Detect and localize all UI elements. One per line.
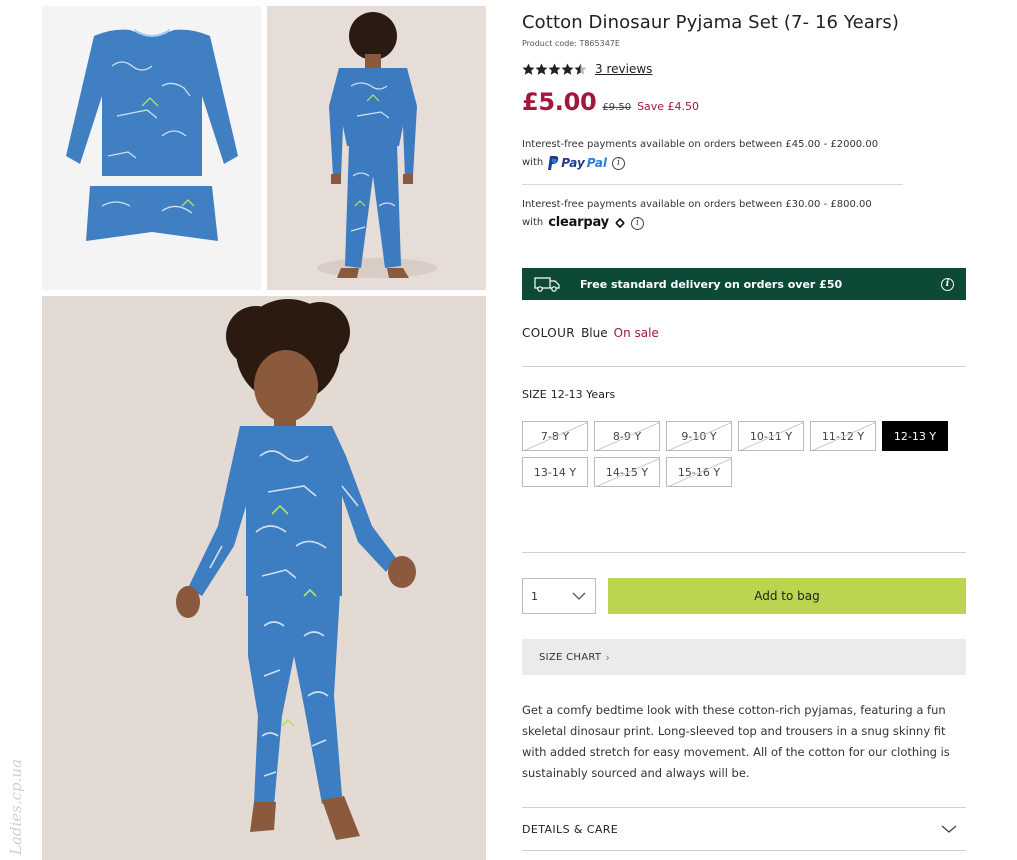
product-image-flatlay[interactable] — [42, 6, 261, 290]
on-sale-label: On sale — [613, 326, 659, 340]
paypal-logo: Pay Pal — [548, 154, 607, 172]
divider — [522, 850, 966, 851]
selected-size: 12-13 Years — [550, 388, 616, 401]
chevron-right-icon: › — [605, 650, 611, 664]
star-icon — [548, 63, 561, 75]
size-option[interactable]: 15-16 Y — [666, 457, 732, 487]
colour-label: COLOUR — [522, 326, 576, 340]
star-icon — [561, 63, 574, 75]
size-option[interactable]: 8-9 Y — [594, 421, 660, 451]
delivery-text: Free standard delivery on orders over £5… — [580, 277, 843, 291]
delivery-info-icon[interactable]: i — [941, 277, 954, 291]
paypal-p-icon — [548, 156, 559, 170]
clearpay-with: with — [522, 217, 544, 228]
paypal-with: with — [522, 157, 544, 168]
details-care-label: DETAILS & CARE — [522, 822, 619, 836]
watermark: Ladies.cp.ua — [6, 736, 25, 856]
star-icon — [522, 63, 535, 75]
size-option[interactable]: 13-14 Y — [522, 457, 588, 487]
colour-value: Blue — [581, 326, 608, 340]
price-block: £5.00 £9.50 Save £4.50 — [522, 88, 699, 116]
size-chart-button[interactable]: SIZE CHART › — [522, 639, 966, 675]
add-to-bag-button[interactable]: Add to bag — [608, 578, 966, 614]
original-price: £9.50 — [602, 102, 632, 113]
divider — [522, 552, 966, 553]
paypal-text: Interest-free payments available on orde… — [522, 139, 879, 150]
size-option[interactable]: 7-8 Y — [522, 421, 588, 451]
colour-row: COLOUR Blue On sale — [522, 326, 659, 340]
clearpay-text: Interest-free payments available on orde… — [522, 199, 872, 210]
quantity-select[interactable]: 1 — [522, 578, 596, 614]
rating-row: 3 reviews — [522, 62, 652, 76]
star-rating — [522, 63, 587, 76]
current-price: £5.00 — [522, 88, 597, 116]
paypal-info: Interest-free payments available on orde… — [522, 136, 878, 172]
star-icon — [535, 63, 548, 75]
size-label: SIZE — [522, 388, 547, 401]
size-option[interactable]: 12-13 Y — [882, 421, 948, 451]
watermark-text: Ladies.cp.ua — [7, 758, 25, 855]
quantity-value: 1 — [531, 589, 538, 603]
reviews-link[interactable]: 3 reviews — [595, 62, 652, 76]
product-image-back-view[interactable] — [267, 6, 486, 290]
clearpay-logo: clearpay — [548, 215, 609, 230]
product-title: Cotton Dinosaur Pyjama Set (7- 16 Years) — [522, 12, 899, 33]
divider — [522, 184, 903, 185]
chevron-down-icon — [572, 592, 586, 600]
size-option[interactable]: 9-10 Y — [666, 421, 732, 451]
size-option[interactable]: 11-12 Y — [810, 421, 876, 451]
divider — [522, 366, 966, 367]
savings-text: Save £4.50 — [637, 100, 700, 113]
size-option[interactable]: 14-15 Y — [594, 457, 660, 487]
chevron-down-icon — [941, 825, 957, 833]
clearpay-info-icon[interactable]: i — [630, 216, 644, 230]
size-chart-label: SIZE CHART — [539, 651, 602, 663]
clearpay-info: Interest-free payments available on orde… — [522, 196, 872, 232]
details-care-accordion[interactable]: DETAILS & CARE — [522, 808, 966, 850]
paypal-info-icon[interactable]: i — [612, 156, 626, 170]
product-image-model[interactable] — [42, 296, 486, 860]
paypal-brand-pal: Pal — [586, 156, 608, 170]
star-icon — [574, 63, 587, 75]
delivery-banner: Free standard delivery on orders over £5… — [522, 268, 966, 300]
size-header: SIZE 12-13 Years — [522, 388, 615, 401]
truck-icon — [534, 277, 560, 292]
paypal-brand-pay: Pay — [561, 156, 585, 170]
clearpay-arrows-icon — [615, 217, 625, 229]
product-code: Product code: T865347E — [522, 39, 620, 48]
product-description: Get a comfy bedtime look with these cott… — [522, 703, 950, 780]
size-option[interactable]: 10-11 Y — [738, 421, 804, 451]
